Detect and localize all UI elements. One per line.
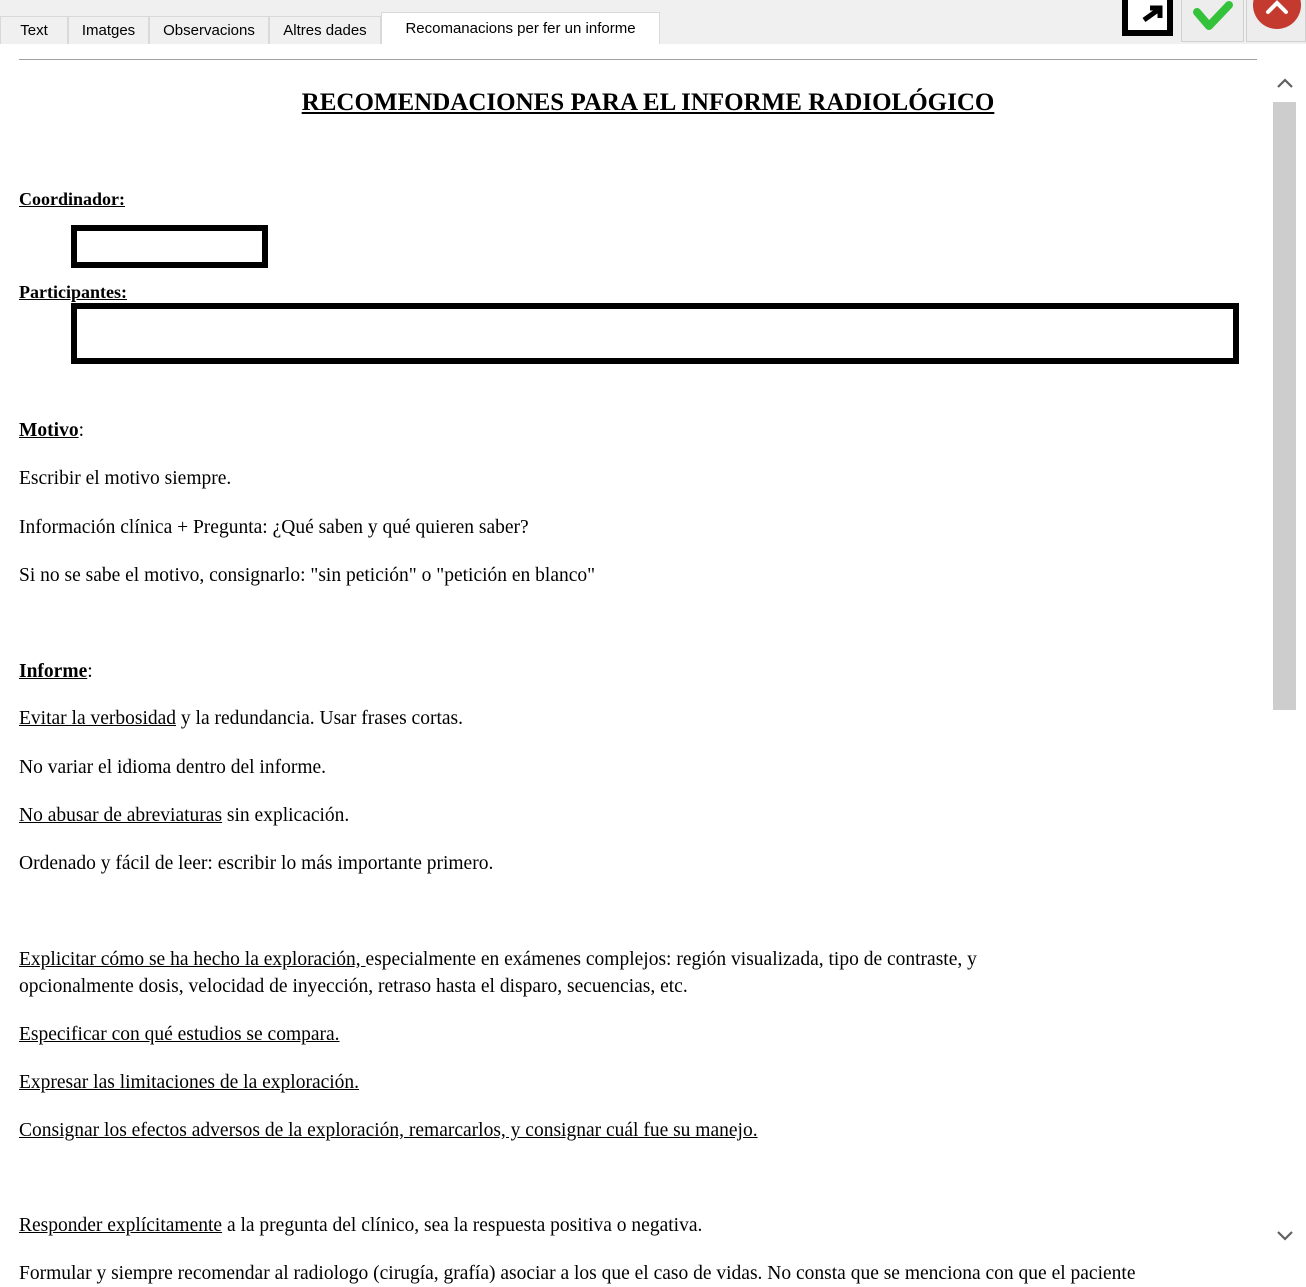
tab-recomanacions[interactable]: Recomanacions per fer un informe (381, 12, 660, 45)
participantes-label: Participantes: (19, 282, 127, 302)
motivo-heading: Motivo: (19, 419, 84, 443)
chevron-down-icon[interactable] (1276, 1229, 1294, 1243)
informe-item-underlined: Expresar las limitaciones de la explorac… (19, 1072, 360, 1093)
informe-item-underlined: Responder explícitamente (19, 1215, 223, 1236)
document-title: RECOMENDACIONES PARA EL INFORME RADIOLÓG… (301, 89, 995, 116)
informe-item-text: No variar el idioma dentro del informe. (19, 757, 327, 778)
informe-item-text: sin explicación. (222, 805, 350, 826)
informe-item: Consignar los efectos adversos de la exp… (19, 1119, 758, 1143)
informe-colon: : (87, 661, 93, 682)
motivo-line: Escribir el motivo siempre. (19, 468, 232, 489)
informe-item-underlined: Explicitar cómo se ha hecho la exploraci… (19, 949, 366, 970)
close-icon (1253, 0, 1301, 29)
motivo-colon: : (78, 420, 84, 441)
informe-item: Ordenado y fácil de leer: escribir lo má… (19, 852, 493, 876)
informe-item-text: Ordenado y fácil de leer: escribir lo má… (19, 853, 494, 874)
edit-icon (1122, 0, 1173, 36)
informe-item-continuation: opcionalmente dosis, velocidad de inyecc… (19, 975, 688, 999)
vertical-scrollbar[interactable] (1270, 44, 1306, 1287)
informe-item: Explicitar cómo se ha hecho la exploraci… (19, 948, 977, 972)
informe-item-text: y la redundancia. Usar frases cortas. (176, 708, 463, 729)
chevron-up-icon[interactable] (1276, 76, 1294, 90)
close-button[interactable] (1246, 0, 1306, 42)
informe-item: Especificar con qué estudios se compara. (19, 1023, 340, 1047)
informe-heading: Informe: (19, 660, 93, 684)
edit-button[interactable] (1116, 0, 1178, 42)
informe-heading-text: Informe (19, 661, 88, 682)
coordinador-label: Coordinador: (19, 189, 126, 209)
accept-button[interactable] (1181, 0, 1244, 42)
tab-altres-dades[interactable]: Altres dades (269, 16, 381, 44)
motivo-heading-text: Motivo (19, 420, 79, 441)
informe-item-underlined: Consignar los efectos adversos de la exp… (19, 1120, 758, 1141)
informe-item-underlined: Evitar la verbosidad (19, 708, 177, 729)
content-panel: RECOMENDACIONES PARA EL INFORME RADIOLÓG… (0, 44, 1306, 1287)
informe-item: Responder explícitamente a la pregunta d… (19, 1214, 702, 1238)
tab-bar: Text Imatges Observacions Altres dades R… (0, 0, 1306, 45)
informe-item-text: especialmente en exámenes complejos: reg… (365, 949, 977, 970)
cutoff-line: Formular y siempre recomendar al radiolo… (19, 1263, 1136, 1284)
informe-item: No abusar de abreviaturas sin explicació… (19, 804, 349, 828)
redacted-coordinador (71, 225, 268, 268)
informe-item: Expresar las limitaciones de la explorac… (19, 1071, 359, 1095)
informe-item-text: opcionalmente dosis, velocidad de inyecc… (19, 976, 688, 997)
informe-item: No variar el idioma dentro del informe. (19, 756, 326, 780)
motivo-line: Si no se sabe el motivo, consignarlo: "s… (19, 565, 596, 586)
tab-text[interactable]: Text (0, 16, 68, 44)
informe-item-underlined: Especificar con qué estudios se compara. (19, 1024, 340, 1045)
informe-item: Evitar la verbosidad y la redundancia. U… (19, 707, 463, 731)
checkmark-icon (1193, 1, 1233, 30)
tab-observacions[interactable]: Observacions (149, 16, 269, 44)
informe-item-text: a la pregunta del clínico, sea la respue… (222, 1215, 703, 1236)
motivo-line: Información clínica + Pregunta: ¿Qué sab… (19, 517, 529, 538)
informe-item-underlined: No abusar de abreviaturas (19, 805, 223, 826)
scrollbar-thumb[interactable] (1273, 102, 1296, 710)
redacted-participantes (71, 303, 1239, 364)
document-view: RECOMENDACIONES PARA EL INFORME RADIOLÓG… (0, 44, 1270, 1287)
tab-imatges[interactable]: Imatges (68, 16, 149, 44)
